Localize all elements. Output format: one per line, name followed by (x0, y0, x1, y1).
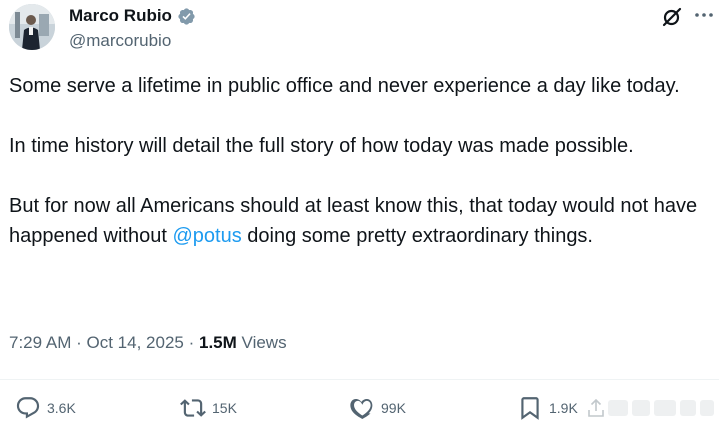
views-count: 1.5M (199, 333, 237, 352)
like-count: 99K (381, 400, 406, 416)
author-name-row[interactable]: Marco Rubio (69, 6, 196, 26)
repost-count: 15K (212, 400, 237, 416)
divider (0, 379, 719, 380)
repost-icon (180, 399, 206, 417)
verified-badge-icon (177, 7, 196, 26)
tweet-meta: 7:29 AM · Oct 14, 2025 · 1.5M Views (9, 333, 287, 353)
reply-icon (16, 397, 40, 419)
avatar-photo (9, 4, 55, 50)
bookmark-button[interactable]: 1.9K (517, 393, 578, 423)
author-display-name[interactable]: Marco Rubio (69, 6, 172, 26)
mention-link-potus[interactable]: @potus (172, 225, 241, 247)
like-icon (350, 398, 373, 420)
tweet-paragraph-3: But for now all Americans should at leas… (9, 191, 699, 251)
tweet-paragraph-2: In time history will detail the full sto… (9, 135, 634, 157)
reply-count: 3.6K (47, 400, 76, 416)
grok-icon[interactable] (660, 5, 684, 29)
tweet-paragraph-1: Some serve a lifetime in public office a… (9, 75, 680, 97)
tweet-time[interactable]: 7:29 AM (9, 333, 71, 352)
avatar[interactable] (9, 4, 55, 50)
meta-separator-2: · (188, 333, 195, 352)
faded-overlay-strip (608, 400, 716, 416)
views-label: Views (241, 333, 287, 352)
tweet-text: Some serve a lifetime in public office a… (9, 71, 699, 251)
tweet-date[interactable]: Oct 14, 2025 (87, 333, 184, 352)
bookmark-icon (521, 397, 539, 420)
meta-separator: · (76, 333, 82, 352)
author-handle[interactable]: @marcorubio (69, 31, 171, 51)
reply-button[interactable]: 3.6K (15, 393, 76, 423)
tweet-paragraph-3-end: doing some pretty extraordinary things. (241, 225, 593, 247)
more-icon[interactable] (693, 4, 715, 26)
like-button[interactable]: 99K (349, 393, 406, 423)
share-icon[interactable] (588, 398, 604, 417)
repost-button[interactable]: 15K (180, 393, 237, 423)
bookmark-count: 1.9K (549, 400, 578, 416)
tweet-card: Marco Rubio @marcorubio Some serve a lif… (0, 0, 719, 425)
